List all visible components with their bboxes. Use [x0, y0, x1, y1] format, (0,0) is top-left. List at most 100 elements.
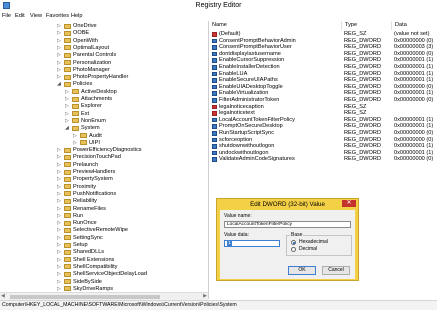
scroll-left-icon[interactable]: ◀: [1, 293, 5, 299]
menu-help[interactable]: Help: [71, 13, 83, 19]
value-row[interactable]: FilterAdministratorToken REG_DWORD 0x00000…: [209, 97, 437, 104]
value-type: REG_DWORD: [344, 97, 381, 103]
folder-icon: [64, 169, 71, 175]
value-row[interactable]: EnableLUA REG_DWORD 0x00000001 (1): [209, 71, 437, 78]
value-row[interactable]: EnableInstallerDetection REG_DWORD 0x00000…: [209, 64, 437, 71]
value-name: LocalAccountTokenFilterPolicy: [219, 116, 295, 123]
column-header-data[interactable]: Data: [392, 21, 437, 30]
value-row[interactable]: EnableCursorSuppression REG_DWORD 0x000000…: [209, 57, 437, 64]
value-row[interactable]: undockwithoutlogon REG_DWORD 0x00000001 (1…: [209, 150, 437, 157]
registry-key-tree[interactable]: ▷ OneDrive ▷ OOBE ▷ OpenWith ▷ OptimalLayout ▷ Pa…: [0, 21, 209, 299]
value-row[interactable]: EnableUIADesktopToggle REG_DWORD 0x0000000…: [209, 84, 437, 91]
folder-icon: [64, 235, 71, 241]
menu-edit[interactable]: Edit: [15, 13, 25, 19]
dword-value-icon: [212, 137, 217, 143]
dword-value-icon: [212, 124, 217, 129]
menu-bar: File Edit View Favorites Help: [0, 12, 437, 21]
folder-icon: [64, 81, 71, 87]
expanded-arrow-icon[interactable]: ◢: [57, 80, 61, 88]
string-value-icon: [212, 104, 217, 110]
hexadecimal-radio[interactable]: [291, 240, 296, 245]
dword-value-icon: [212, 78, 217, 83]
value-type: REG_DWORD: [344, 70, 381, 77]
folder-icon: [64, 198, 71, 204]
value-type: REG_SZ: [344, 103, 367, 110]
scroll-right-icon[interactable]: ▶: [203, 293, 207, 299]
value-data-field[interactable]: 1: [224, 240, 280, 247]
folder-icon: [64, 176, 71, 182]
folder-icon: [64, 30, 71, 36]
value-data: 0x00000000 (0): [394, 130, 434, 136]
value-row[interactable]: (Default) REG_SZ (value not set): [209, 31, 437, 38]
value-name: EnableUIADesktopToggle: [219, 83, 283, 90]
folder-icon: [72, 118, 79, 124]
ok-button[interactable]: OK: [288, 266, 316, 275]
dword-value-icon: [212, 71, 217, 77]
value-name: EnableInstallerDetection: [219, 64, 280, 70]
value-type: REG_DWORD: [344, 136, 381, 143]
value-name: legalnoticecaption: [219, 103, 264, 110]
value-row[interactable]: shutdownwithoutlogon REG_DWORD 0x00000001 …: [209, 143, 437, 150]
cancel-button[interactable]: Cancel: [322, 266, 350, 275]
folder-icon: [64, 264, 71, 270]
value-row[interactable]: PromptOnSecureDesktop REG_DWORD 0x00000001…: [209, 123, 437, 130]
value-name: EnableLUA: [219, 70, 248, 77]
decimal-radio[interactable]: [291, 247, 296, 252]
value-type: REG_DWORD: [344, 57, 381, 64]
menu-favorites[interactable]: Favorites: [46, 13, 69, 19]
folder-icon: [64, 147, 71, 153]
value-type: REG_DWORD: [344, 130, 381, 136]
value-row[interactable]: scforceoption REG_DWORD 0x00000000 (0): [209, 137, 437, 144]
close-icon[interactable]: ✕: [342, 200, 356, 207]
value-data: 0x00000001 (1): [394, 143, 434, 150]
folder-icon: [64, 23, 71, 29]
value-type: REG_DWORD: [344, 64, 381, 70]
value-type: REG_SZ: [344, 31, 367, 37]
dword-value-icon: [212, 65, 217, 70]
tree-horizontal-scrollbar[interactable]: ◀ ▶: [0, 292, 208, 300]
expanded-arrow-icon[interactable]: ◢: [65, 124, 69, 132]
value-data: 0x00000001 (1): [394, 123, 434, 130]
value-type: REG_DWORD: [344, 77, 381, 84]
value-data: 0x00000000 (0): [394, 37, 434, 44]
value-row[interactable]: ConsentPromptBehaviorUser REG_DWORD 0x0000…: [209, 44, 437, 51]
folder-icon: [64, 67, 71, 73]
value-row[interactable]: legalnoticecaption REG_SZ: [209, 104, 437, 111]
value-data-text: 1: [227, 241, 232, 246]
menu-view[interactable]: View: [30, 13, 42, 19]
folder-icon: [64, 45, 71, 51]
folder-icon: [64, 220, 71, 226]
value-name: EnableCursorSuppression: [219, 57, 285, 64]
value-row[interactable]: dontdisplaylastusername REG_DWORD 0x000000…: [209, 51, 437, 58]
value-name: ValidateAdminCodeSignatures: [219, 156, 295, 163]
value-type: REG_DWORD: [344, 44, 381, 51]
value-name-label: Value name:: [224, 213, 252, 219]
folder-icon: [64, 38, 71, 44]
folder-icon: [64, 191, 71, 197]
folder-icon: [64, 154, 71, 160]
value-row[interactable]: EnableVirtualization REG_DWORD 0x00000001 …: [209, 90, 437, 97]
value-name: PromptOnSecureDesktop: [219, 123, 283, 130]
menu-file[interactable]: File: [2, 13, 11, 19]
value-row[interactable]: ValidateAdminCodeSignatures REG_DWORD 0x00…: [209, 156, 437, 163]
value-row[interactable]: LocalAccountTokenFilterPolicy REG_DWORD 0x…: [209, 117, 437, 124]
value-type: REG_DWORD: [344, 37, 381, 44]
scrollbar-thumb[interactable]: [10, 294, 160, 299]
dword-value-icon: [212, 117, 217, 123]
value-name: legalnoticetext: [219, 110, 255, 117]
value-name: ConsentPromptBehaviorAdmin: [219, 37, 296, 44]
value-data: (value not set): [394, 31, 430, 37]
string-value-icon: [212, 32, 217, 37]
value-name: undockwithoutlogon: [219, 149, 269, 156]
decimal-label: Decimal: [299, 246, 318, 252]
value-row[interactable]: EnableSecureUIAPaths REG_DWORD 0x00000001 …: [209, 77, 437, 84]
value-row[interactable]: RunStartupScriptSync REG_DWORD 0x00000000 …: [209, 130, 437, 137]
value-row[interactable]: ConsentPromptBehaviorAdmin REG_DWORD 0x000…: [209, 38, 437, 45]
value-name-field[interactable]: LocalAccountTokenFilterPolicy: [224, 221, 351, 228]
dword-value-icon: [212, 144, 217, 149]
dword-value-icon: [212, 157, 217, 162]
column-header-type[interactable]: Type: [342, 21, 392, 30]
value-row[interactable]: legalnoticetext REG_SZ: [209, 110, 437, 117]
column-header-name[interactable]: Name: [209, 21, 342, 30]
dword-value-icon: [212, 131, 217, 136]
